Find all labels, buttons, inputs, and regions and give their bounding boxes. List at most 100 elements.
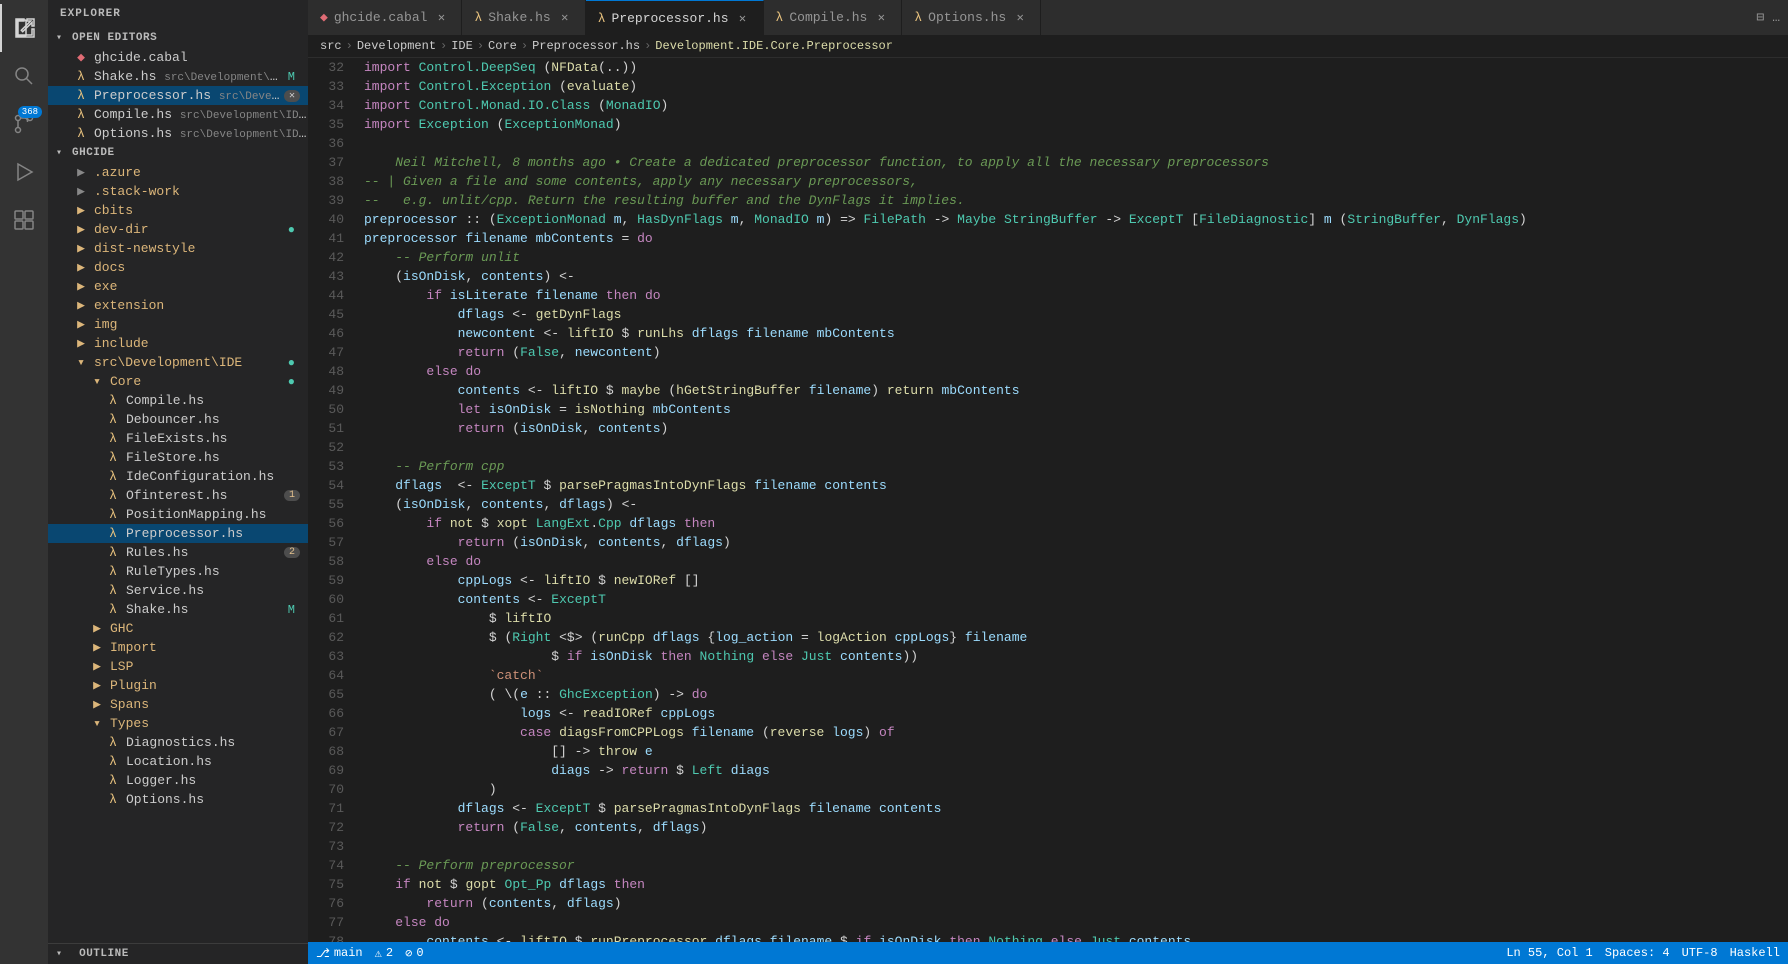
folder-include[interactable]: ▶include — [48, 334, 308, 353]
folder-dev-dir[interactable]: ▶dev-dir● — [48, 220, 308, 239]
preprocessor-close[interactable]: ✕ — [284, 90, 300, 102]
open-editor-shake[interactable]: λ Shake.hs src\Development\... M — [48, 67, 308, 86]
tab-shake[interactable]: λ Shake.hs ✕ — [462, 0, 585, 35]
status-spaces[interactable]: Spaces: 4 — [1605, 946, 1670, 960]
folder-import[interactable]: ▶Import — [48, 638, 308, 657]
file-service[interactable]: λ Service.hs — [48, 581, 308, 600]
open-editor-preprocessor[interactable]: λ Preprocessor.hs src\Development\... ✕ — [48, 86, 308, 105]
folder-img[interactable]: ▶img — [48, 315, 308, 334]
run-activity-icon[interactable] — [0, 148, 48, 196]
file-posmap[interactable]: λPositionMapping.hs — [48, 505, 308, 524]
file-compile[interactable]: λCompile.hs — [48, 391, 308, 410]
file-icon-logger: λ — [104, 773, 122, 788]
status-encoding[interactable]: UTF-8 — [1682, 946, 1718, 960]
folder-src[interactable]: ▾src\Development\IDE● — [48, 353, 308, 372]
file-filestore[interactable]: λFileStore.hs — [48, 448, 308, 467]
folder-label-lsp: LSP — [110, 659, 308, 674]
file-icon-service: λ — [104, 583, 122, 598]
folder-dist[interactable]: ▶dist-newstyle — [48, 239, 308, 258]
open-editor-ghcide-cabal[interactable]: ◆ ghcide.cabal — [48, 48, 308, 67]
status-branch[interactable]: ⎇ main — [316, 946, 363, 961]
folder-lsp[interactable]: ▶LSP — [48, 657, 308, 676]
file-options-tree[interactable]: λOptions.hs — [48, 790, 308, 809]
split-editor-icon[interactable]: ⊟ — [1756, 10, 1764, 25]
file-fileexists[interactable]: λFileExists.hs — [48, 429, 308, 448]
search-activity-icon[interactable] — [0, 52, 48, 100]
folder-icon-spans: ▶ — [88, 697, 106, 712]
open-editor-label-compile: Compile.hs src\Development\IDE\... — [94, 107, 308, 122]
open-editor-options[interactable]: λ Options.hs src\Development\IDE\Ty... — [48, 124, 308, 143]
folder-cbits[interactable]: ▶cbits — [48, 201, 308, 220]
file-diagnostics[interactable]: λDiagnostics.hs — [48, 733, 308, 752]
folder-label-plugin: Plugin — [110, 678, 308, 693]
open-editor-compile[interactable]: λ Compile.hs src\Development\IDE\... — [48, 105, 308, 124]
file-label-ofinterest: Ofinterest.hs — [126, 488, 284, 503]
folder-plugin[interactable]: ▶ Plugin — [48, 676, 308, 695]
file-logger[interactable]: λLogger.hs — [48, 771, 308, 790]
open-editor-label-options: Options.hs src\Development\IDE\Ty... — [94, 126, 308, 141]
more-actions-icon[interactable]: … — [1772, 10, 1780, 25]
tab-close-preprocessor[interactable]: ✕ — [735, 10, 751, 26]
tab-ghcide-cabal[interactable]: ◆ ghcide.cabal ✕ — [308, 0, 462, 35]
tab-close-shake[interactable]: ✕ — [557, 10, 573, 26]
file-label-filestore: FileStore.hs — [126, 450, 308, 465]
file-icon-preprocessor-tree: λ — [104, 526, 122, 541]
status-errors[interactable]: ⚠ 2 — [375, 946, 393, 961]
code-content[interactable]: import Control.DeepSeq (NFData(..)) impo… — [356, 58, 1788, 942]
explorer-activity-icon[interactable] — [0, 4, 48, 52]
folder-extension[interactable]: ▶extension — [48, 296, 308, 315]
file-preprocessor[interactable]: λPreprocessor.hs — [48, 524, 308, 543]
file-ruletypes[interactable]: λRuleTypes.hs — [48, 562, 308, 581]
file-icon-options-tree: λ — [104, 792, 122, 807]
folder-spans[interactable]: ▶Spans — [48, 695, 308, 714]
file-ideconfig[interactable]: λIdeConfiguration.hs — [48, 467, 308, 486]
folder-icon-plugin: ▶ — [88, 678, 106, 693]
folder-docs[interactable]: ▶docs — [48, 258, 308, 277]
extensions-activity-icon[interactable] — [0, 196, 48, 244]
tab-compile[interactable]: λ Compile.hs ✕ — [764, 0, 903, 35]
open-editors-section-header[interactable]: ▾ Open Editors — [48, 28, 308, 48]
compile-file-icon: λ — [72, 107, 90, 122]
file-rules[interactable]: λRules.hs2 — [48, 543, 308, 562]
position-text: Ln 55, Col 1 — [1506, 946, 1592, 960]
source-control-activity-icon[interactable]: 368 — [0, 100, 48, 148]
breadcrumb-src[interactable]: src — [320, 39, 342, 53]
tab-close-cabal[interactable]: ✕ — [433, 10, 449, 26]
folder-core[interactable]: ▾Core● — [48, 372, 308, 391]
breadcrumb-core[interactable]: Core — [488, 39, 517, 53]
folder-exe[interactable]: ▶exe — [48, 277, 308, 296]
file-ofinterest[interactable]: λOfinterest.hs1 — [48, 486, 308, 505]
file-debouncer[interactable]: λDebouncer.hs — [48, 410, 308, 429]
warning-count: 0 — [416, 946, 423, 960]
breadcrumb-file[interactable]: Preprocessor.hs — [532, 39, 640, 53]
file-shake-tree[interactable]: λShake.hsM — [48, 600, 308, 619]
outline-section[interactable]: ▾ Outline — [48, 943, 308, 964]
tab-close-options[interactable]: ✕ — [1012, 10, 1028, 26]
folder-stack-work[interactable]: ▶.stack-work — [48, 182, 308, 201]
file-label-service: Service.hs — [126, 583, 308, 598]
outline-chevron: ▾ — [56, 948, 72, 960]
tab-close-compile[interactable]: ✕ — [873, 10, 889, 26]
file-label-ruletypes: RuleTypes.hs — [126, 564, 308, 579]
file-location[interactable]: λLocation.hs — [48, 752, 308, 771]
spaces-text: Spaces: 4 — [1605, 946, 1670, 960]
tab-options[interactable]: λ Options.hs ✕ — [902, 0, 1041, 35]
folder-azure[interactable]: ▶.azure — [48, 163, 308, 182]
folder-icon-docs: ▶ — [72, 260, 90, 275]
breadcrumb-ide[interactable]: IDE — [451, 39, 473, 53]
folder-ghc[interactable]: ▶GHC — [48, 619, 308, 638]
branch-icon: ⎇ — [316, 946, 330, 961]
tab-preprocessor[interactable]: λ Preprocessor.hs ✕ — [586, 0, 764, 35]
status-language[interactable]: Haskell — [1730, 946, 1780, 960]
ghcide-section-header[interactable]: ▾ GHCIDE — [48, 143, 308, 163]
breadcrumb-dev[interactable]: Development — [357, 39, 436, 53]
tab-label-options: Options.hs — [928, 10, 1006, 25]
code-editor[interactable]: 3233343536 3738394041 4243444546 4748495… — [308, 58, 1788, 942]
status-warnings[interactable]: ⊘ 0 — [405, 946, 423, 961]
folder-icon-ext: ▶ — [72, 298, 90, 313]
ghcide-section-label: GHCIDE — [72, 147, 115, 159]
language-text: Haskell — [1730, 946, 1780, 960]
status-position[interactable]: Ln 55, Col 1 — [1506, 946, 1592, 960]
breadcrumb-symbol[interactable]: Development.IDE.Core.Preprocessor — [655, 39, 893, 53]
folder-types[interactable]: ▾Types — [48, 714, 308, 733]
